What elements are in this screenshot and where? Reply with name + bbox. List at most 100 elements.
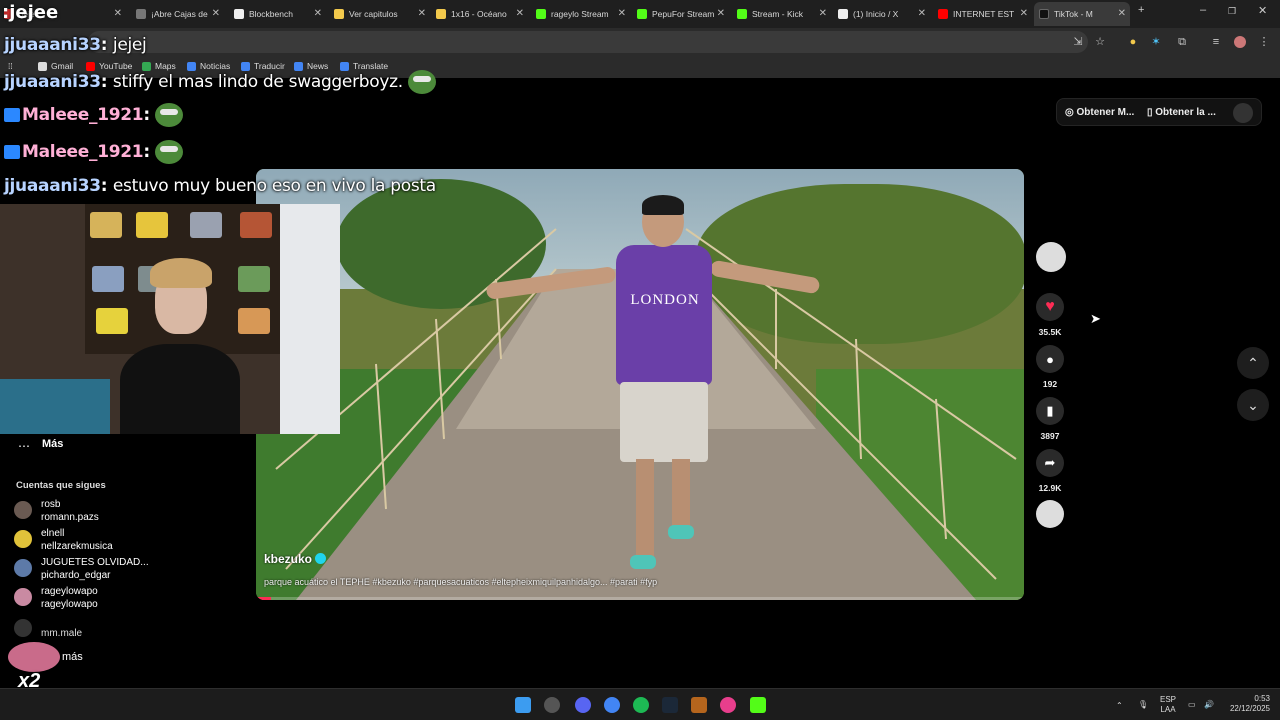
music-disc-avatar[interactable] [1036,500,1064,528]
close-tab-icon[interactable]: ✕ [418,8,426,19]
get-app-button[interactable]: ▯ Obtener la ... [1147,107,1216,118]
browser-tab-active[interactable]: TikTok - M ✕ [1034,2,1130,26]
address-bar[interactable] [88,31,1088,53]
browser-tab[interactable]: rageylo Stream ✕ [536,2,630,26]
app-icon[interactable] [720,697,736,713]
webcam-wall [280,204,340,434]
person-leg [672,459,690,529]
chat-message: jjuaaani33: stiffy el mas lindo de swagg… [4,70,437,94]
next-video-button[interactable]: ⌄ [1237,389,1269,421]
browser-tab[interactable]: INTERNET EST ✕ [938,2,1032,26]
chat-message: jjuaaani33: jejej [4,35,147,55]
profile-avatar[interactable] [1233,103,1253,123]
restore-icon[interactable]: ❐ [1228,6,1236,17]
install-app-icon[interactable]: ⇲ [1072,36,1084,48]
tab-favicon-icon [136,9,146,19]
reading-list-icon[interactable]: ≡ [1210,36,1222,48]
volume-icon[interactable]: 🔊 [1204,700,1214,710]
steam-icon[interactable] [662,697,678,713]
profile-avatar-icon[interactable] [1234,36,1246,48]
share-button[interactable]: ➦ [1036,449,1064,477]
spotify-icon[interactable] [633,697,649,713]
minimize-icon[interactable]: – [1200,4,1206,16]
save-button[interactable]: ▮ [1036,397,1064,425]
person-hair [642,195,684,215]
close-tab-icon[interactable]: ✕ [618,8,626,19]
save-count: 3897 [1040,431,1060,441]
microphone-icon[interactable]: 🎙 [1138,700,1148,710]
tab-bar: :jejee ✕ ¡Abre Cajas de ✕ Blockbench ✕ Ver … [0,0,1280,28]
tab-label: TikTok - M [1054,9,1093,19]
tab-favicon-icon [637,9,647,19]
pepe-emote-icon [408,70,437,94]
share-count: 12.9K [1038,483,1062,493]
comment-count: 192 [1042,379,1058,389]
chrome-icon[interactable] [604,697,620,713]
bookmark-star-icon[interactable]: ☆ [1094,36,1106,48]
new-tab-button[interactable]: + [1138,4,1144,16]
app-icon[interactable] [691,697,707,713]
extensions-puzzle-icon[interactable]: ⧉ [1176,36,1188,48]
close-window-icon[interactable]: ✕ [1258,4,1267,17]
clock[interactable]: 0:53 22/12/2025 [1224,694,1270,714]
browser-tab[interactable]: Blockbench ✕ [234,2,326,26]
person-shirt [616,245,712,385]
network-icon[interactable]: ▭ [1188,700,1196,710]
language-indicator[interactable]: ESP LAA [1160,695,1176,715]
video-caption[interactable]: parque acuático el TEPHE #kbezuko #parqu… [264,577,657,587]
show-more-link[interactable]: más [62,651,83,663]
tab-label: Ver capitulos [349,9,398,19]
creator-avatar[interactable] [1036,242,1066,272]
taskbar: ⌃ 🎙 ESP LAA ▭ 🔊 0:53 22/12/2025 [0,688,1280,720]
browser-tab[interactable]: (1) Inicio / X ✕ [838,2,930,26]
close-tab-icon[interactable]: ✕ [114,8,122,19]
pepe-emote-icon [155,103,184,127]
close-tab-icon[interactable]: ✕ [918,8,926,19]
tab-favicon-icon [737,9,747,19]
like-button[interactable]: ♥ [1036,293,1064,321]
menu-kebab-icon[interactable]: ⋮ [1258,36,1270,48]
button-label: Obtener M... [1076,107,1135,118]
account-handle: nellzarekmusica [41,541,113,552]
video-author[interactable]: kbezuko [264,552,327,566]
comment-button[interactable]: ● [1036,345,1064,373]
extension-icon[interactable]: ● [1127,36,1139,48]
previous-video-button[interactable]: ⌃ [1237,347,1269,379]
close-tab-icon[interactable]: ✕ [314,8,322,19]
kick-icon[interactable] [750,697,766,713]
close-tab-icon[interactable]: ✕ [819,8,827,19]
poster-card [238,308,270,334]
streamer-hair [150,258,212,288]
windows-start-icon[interactable] [515,697,531,713]
chat-text: estuvo muy bueno eso en vivo la posta [112,176,436,196]
sidebar-more[interactable]: Más [42,438,63,450]
tab-favicon-icon [938,9,948,19]
close-tab-icon[interactable]: ✕ [516,8,524,19]
video-player[interactable]: LONDON kbezuko parque acuático el TEPHE … [256,169,1024,600]
pepe-emote-icon [155,140,184,164]
close-tab-icon[interactable]: ✕ [1118,8,1126,19]
close-tab-icon[interactable]: ✕ [212,8,220,19]
browser-tab[interactable]: Stream - Kick ✕ [737,2,831,26]
browser-tab[interactable]: PepuFor Stream ✕ [637,2,729,26]
discord-icon[interactable] [575,697,591,713]
account-handle: pichardo_edgar [41,570,111,581]
chat-user: Maleee_1921 [22,142,144,162]
person-shoe [668,525,694,539]
browser-tab[interactable]: ¡Abre Cajas de ✕ [136,2,224,26]
more-dots-icon[interactable]: ⋯ [18,439,30,453]
get-coins-button[interactable]: ◎ Obtener M... [1065,107,1134,118]
poster-card [90,212,122,238]
video-progress-bar[interactable] [256,597,1024,600]
browser-tab[interactable]: 1x16 - Océano ✕ [436,2,528,26]
translate-extension-icon[interactable]: ✶ [1150,36,1162,48]
browser-tab[interactable]: Ver capitulos ✕ [334,2,430,26]
streamer-body [120,344,240,434]
close-tab-icon[interactable]: ✕ [1020,8,1028,19]
tab-favicon-icon [234,9,244,19]
close-tab-icon[interactable]: ✕ [717,8,725,19]
avatar [14,530,32,548]
app-icon[interactable] [544,697,560,713]
button-label: Obtener la ... [1155,107,1216,118]
tray-chevron-icon[interactable]: ⌃ [1116,701,1123,711]
